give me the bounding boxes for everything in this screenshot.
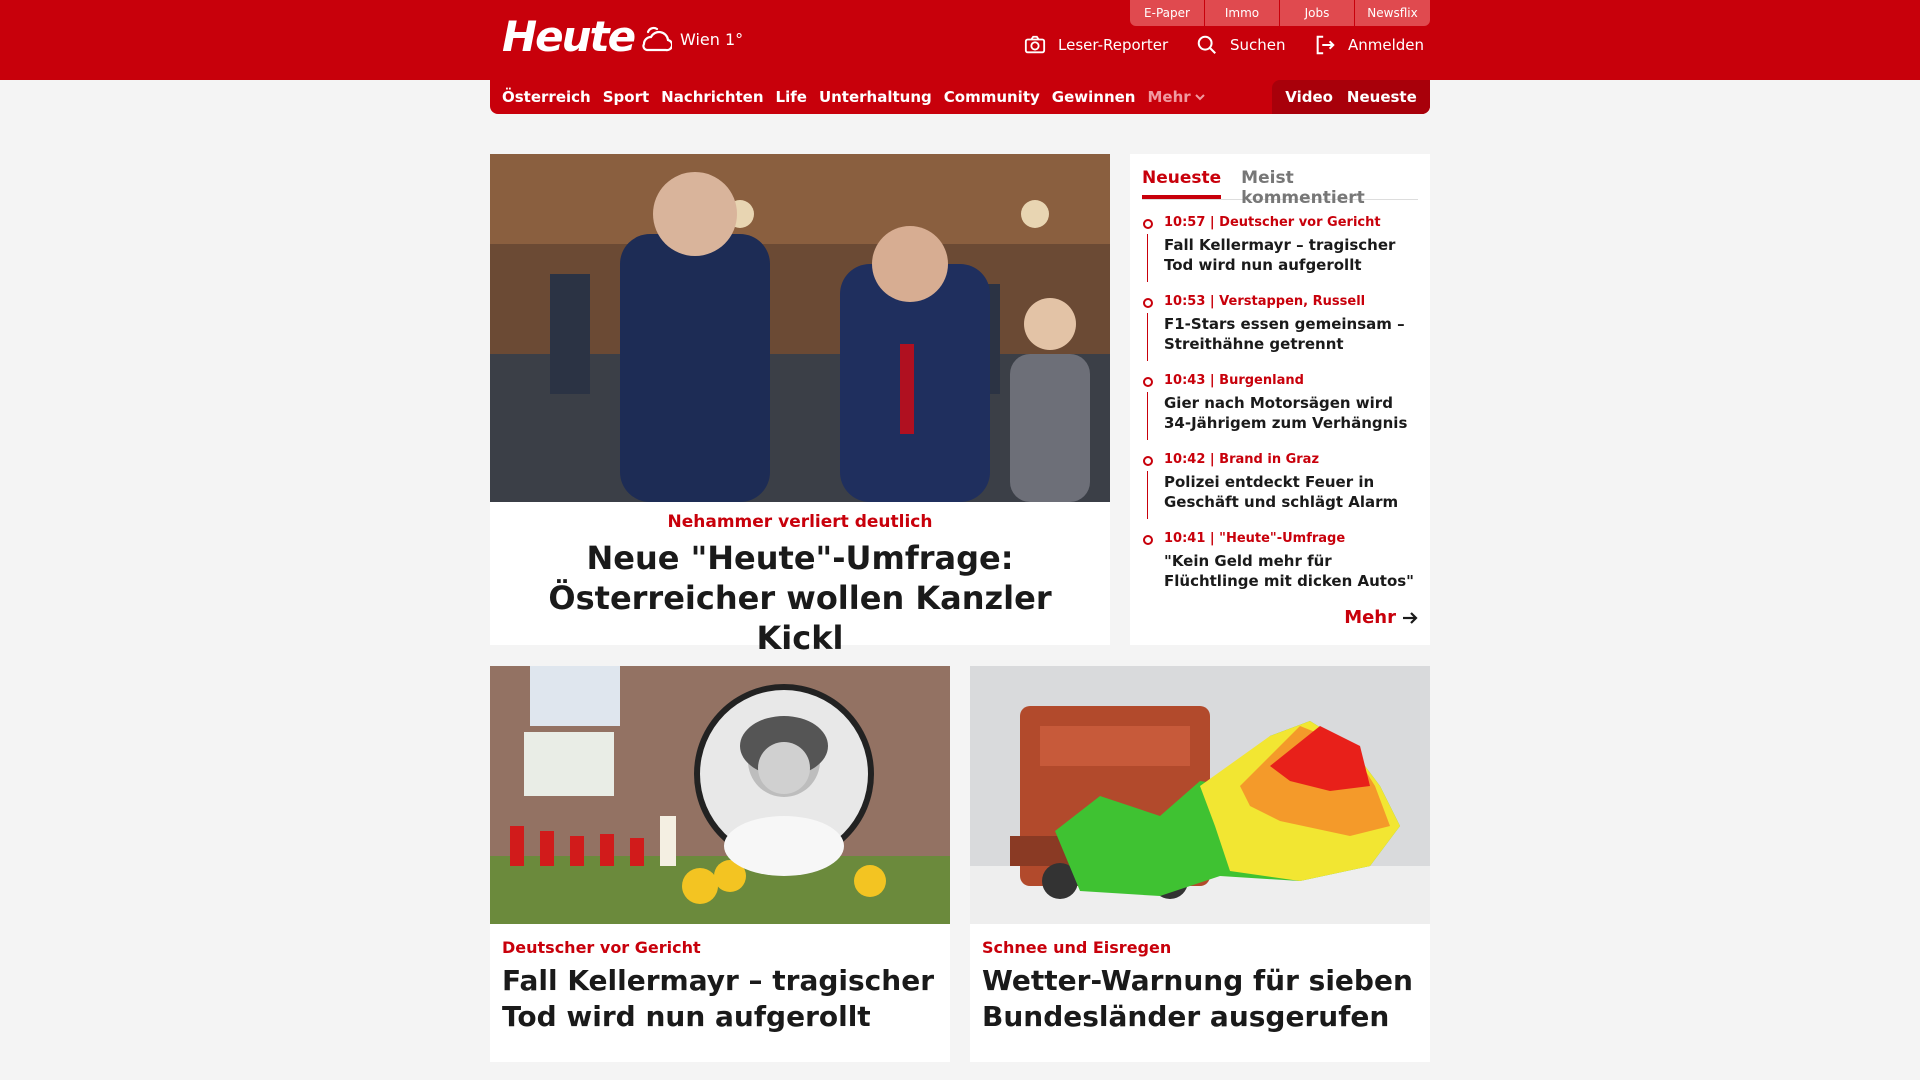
weather-icon xyxy=(642,26,672,52)
site-logo[interactable]: Heute xyxy=(502,14,636,60)
nav-item-video[interactable]: Video xyxy=(1285,88,1333,106)
nav-item-sport[interactable]: Sport xyxy=(603,88,649,106)
article-headline[interactable]: Fall Kellermayr – tragischer Tod wird nu… xyxy=(502,963,938,1035)
nav-item-oesterreich[interactable]: Österreich xyxy=(502,88,591,106)
list-item-meta: 10:41 | "Heute"-Umfrage xyxy=(1164,531,1346,546)
hero-image[interactable] xyxy=(490,154,1110,502)
list-item-title[interactable]: "Kein Geld mehr für Flüchtlinge mit dick… xyxy=(1164,551,1418,591)
list-item[interactable]: 10:43 | Burgenland Gier nach Motorsägen … xyxy=(1142,372,1418,451)
timeline-dot xyxy=(1143,377,1153,387)
main-nav: Österreich Sport Nachrichten Life Unterh… xyxy=(490,80,1430,114)
list-item-meta: 10:53 | Verstappen, Russell xyxy=(1164,294,1366,309)
login-label: Anmelden xyxy=(1348,36,1425,54)
timeline-dot xyxy=(1143,298,1153,308)
timeline-dot xyxy=(1143,456,1153,466)
login-icon xyxy=(1316,35,1335,55)
article-kicker: Deutscher vor Gericht xyxy=(502,938,701,957)
tab-neueste[interactable]: Neueste xyxy=(1142,162,1222,199)
article-image[interactable] xyxy=(970,666,1430,924)
hero-kicker: Nehammer verliert deutlich xyxy=(667,512,933,532)
article-image[interactable] xyxy=(490,666,950,924)
timeline-dot xyxy=(1143,535,1153,545)
tab-jobs[interactable]: Jobs xyxy=(1280,0,1355,26)
list-item[interactable]: 10:53 | Verstappen, Russell F1-Stars ess… xyxy=(1142,293,1418,372)
arrow-right-icon xyxy=(1403,611,1418,624)
search-button[interactable]: Suchen xyxy=(1196,34,1286,56)
nav-more-dropdown[interactable]: Mehr xyxy=(1147,88,1205,106)
sidebar-more-link[interactable]: Mehr xyxy=(1344,607,1418,628)
nav-more-label: Mehr xyxy=(1147,88,1191,106)
nav-item-neueste[interactable]: Neueste xyxy=(1347,88,1417,106)
list-item-title[interactable]: Fall Kellermayr – tragischer Tod wird nu… xyxy=(1164,235,1418,275)
latest-news-sidebar: Neueste Meist kommentiert 10:57 | Deutsc… xyxy=(1130,154,1430,645)
hero-headline[interactable]: Neue "Heute"-Umfrage: Österreicher wolle… xyxy=(510,538,1090,658)
article-kicker: Schnee und Eisregen xyxy=(982,938,1172,957)
sidebar-list: 10:57 | Deutscher vor Gericht Fall Kelle… xyxy=(1142,214,1418,609)
timeline-line xyxy=(1147,471,1148,519)
tab-meist-kommentiert[interactable]: Meist kommentiert xyxy=(1241,162,1418,208)
nav-right-group: Video Neueste xyxy=(1272,80,1430,114)
sidebar-tabs: Neueste Meist kommentiert xyxy=(1142,162,1418,208)
list-item-meta: 10:57 | Deutscher vor Gericht xyxy=(1164,215,1381,230)
sidebar-more-label: Mehr xyxy=(1344,607,1396,628)
list-item-title[interactable]: Polizei entdeckt Feuer in Geschäft und s… xyxy=(1164,472,1418,512)
list-item-title[interactable]: Gier nach Motorsägen wird 34-Jährigem zu… xyxy=(1164,393,1418,433)
list-item[interactable]: 10:42 | Brand in Graz Polizei entdeckt F… xyxy=(1142,451,1418,530)
login-button[interactable]: Anmelden xyxy=(1314,34,1424,56)
nav-item-community[interactable]: Community xyxy=(944,88,1040,106)
tab-epaper[interactable]: E-Paper xyxy=(1130,0,1205,26)
chevron-down-icon xyxy=(1194,94,1205,101)
weather-widget[interactable]: Wien 1° xyxy=(638,24,743,54)
weather-text: Wien 1° xyxy=(680,29,744,49)
timeline-line xyxy=(1147,313,1148,361)
camera-icon xyxy=(1024,35,1046,54)
tab-newsflix[interactable]: Newsflix xyxy=(1355,0,1430,26)
nav-item-nachrichten[interactable]: Nachrichten xyxy=(661,88,763,106)
search-icon xyxy=(1197,35,1216,54)
nav-item-gewinnen[interactable]: Gewinnen xyxy=(1052,88,1136,106)
site-header xyxy=(0,0,1920,80)
hero-article[interactable]: Nehammer verliert deutlich Neue "Heute"-… xyxy=(490,154,1110,657)
timeline-dot xyxy=(1143,219,1153,229)
search-label: Suchen xyxy=(1230,36,1286,54)
list-item[interactable]: 10:57 | Deutscher vor Gericht Fall Kelle… xyxy=(1142,214,1418,293)
article-headline[interactable]: Wetter-Warnung für sieben Bundesländer a… xyxy=(982,963,1418,1035)
article-card[interactable]: Deutscher vor Gericht Fall Kellermayr – … xyxy=(490,666,950,1062)
nav-item-life[interactable]: Life xyxy=(776,88,807,106)
article-card[interactable]: Schnee und Eisregen Wetter-Warnung für s… xyxy=(970,666,1430,1062)
list-item[interactable]: 10:41 | "Heute"-Umfrage "Kein Geld mehr … xyxy=(1142,530,1418,609)
top-tabs: E-Paper Immo Jobs Newsflix xyxy=(1130,0,1430,26)
nav-item-unterhaltung[interactable]: Unterhaltung xyxy=(819,88,932,106)
leser-reporter-button[interactable]: Leser-Reporter xyxy=(1024,34,1168,56)
leser-reporter-label: Leser-Reporter xyxy=(1058,36,1169,54)
list-item-title[interactable]: F1-Stars essen gemeinsam – Streithähne g… xyxy=(1164,314,1418,354)
list-item-meta: 10:42 | Brand in Graz xyxy=(1164,452,1320,467)
timeline-line xyxy=(1147,234,1148,282)
tab-immo[interactable]: Immo xyxy=(1205,0,1280,26)
timeline-line xyxy=(1147,392,1148,440)
list-item-meta: 10:43 | Burgenland xyxy=(1164,373,1304,388)
